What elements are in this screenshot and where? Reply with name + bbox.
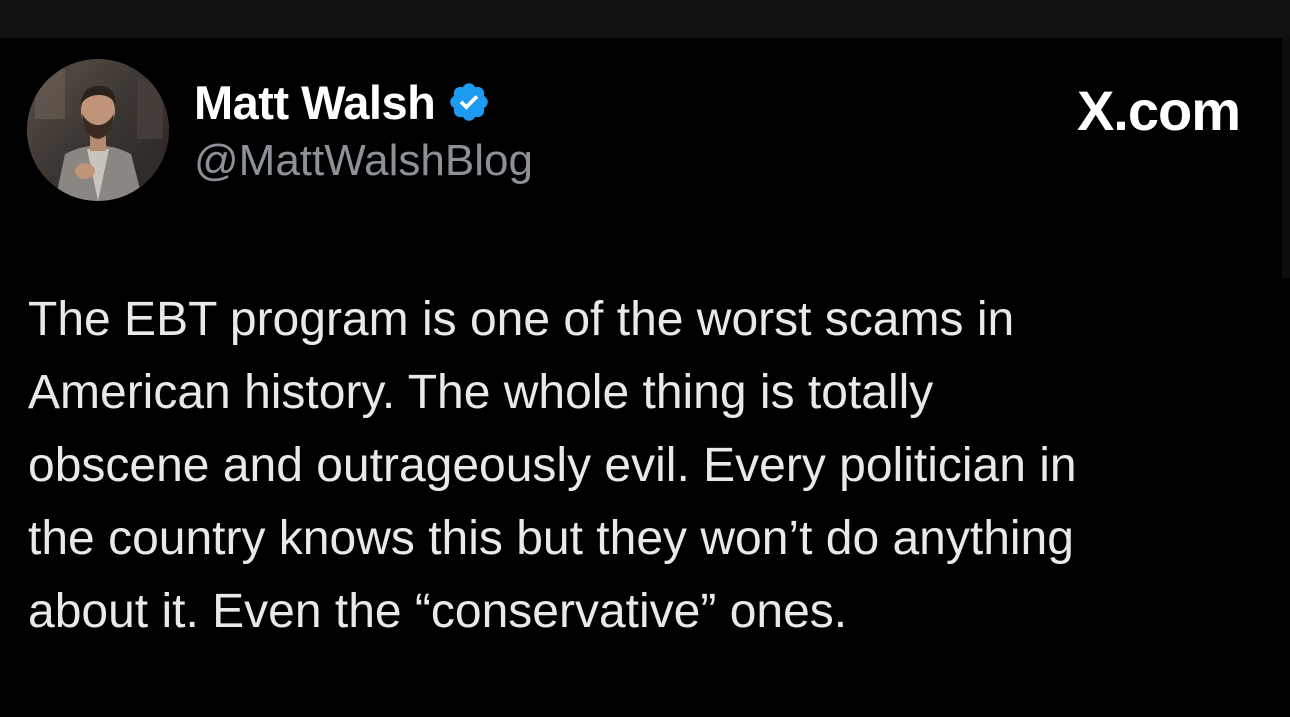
tweet-line: American history. The whole thing is tot…	[28, 366, 934, 419]
top-bar	[0, 0, 1290, 38]
author-handle[interactable]: @MattWalshBlog	[194, 136, 533, 186]
scrollbar[interactable]	[1282, 38, 1290, 278]
tweet-line: about it. Even the “conservative” ones.	[28, 585, 848, 638]
verified-badge-icon	[447, 80, 491, 124]
avatar[interactable]	[27, 59, 169, 201]
avatar-photo-icon	[27, 59, 169, 201]
x-logo: X.com	[1076, 79, 1241, 142]
tweet-line: obscene and outrageously evil. Every pol…	[28, 439, 1077, 492]
author-name[interactable]: Matt Walsh	[194, 75, 436, 130]
tweet-text: The EBT program is one of the worst scam…	[28, 283, 1268, 648]
author-name-row: Matt Walsh	[194, 74, 491, 130]
tweet-line: the country knows this but they won’t do…	[28, 512, 1074, 565]
tweet-line: The EBT program is one of the worst scam…	[28, 293, 1015, 346]
tweet-screenshot: Matt Walsh @MattWalshBlog X.com The EBT …	[0, 0, 1290, 717]
